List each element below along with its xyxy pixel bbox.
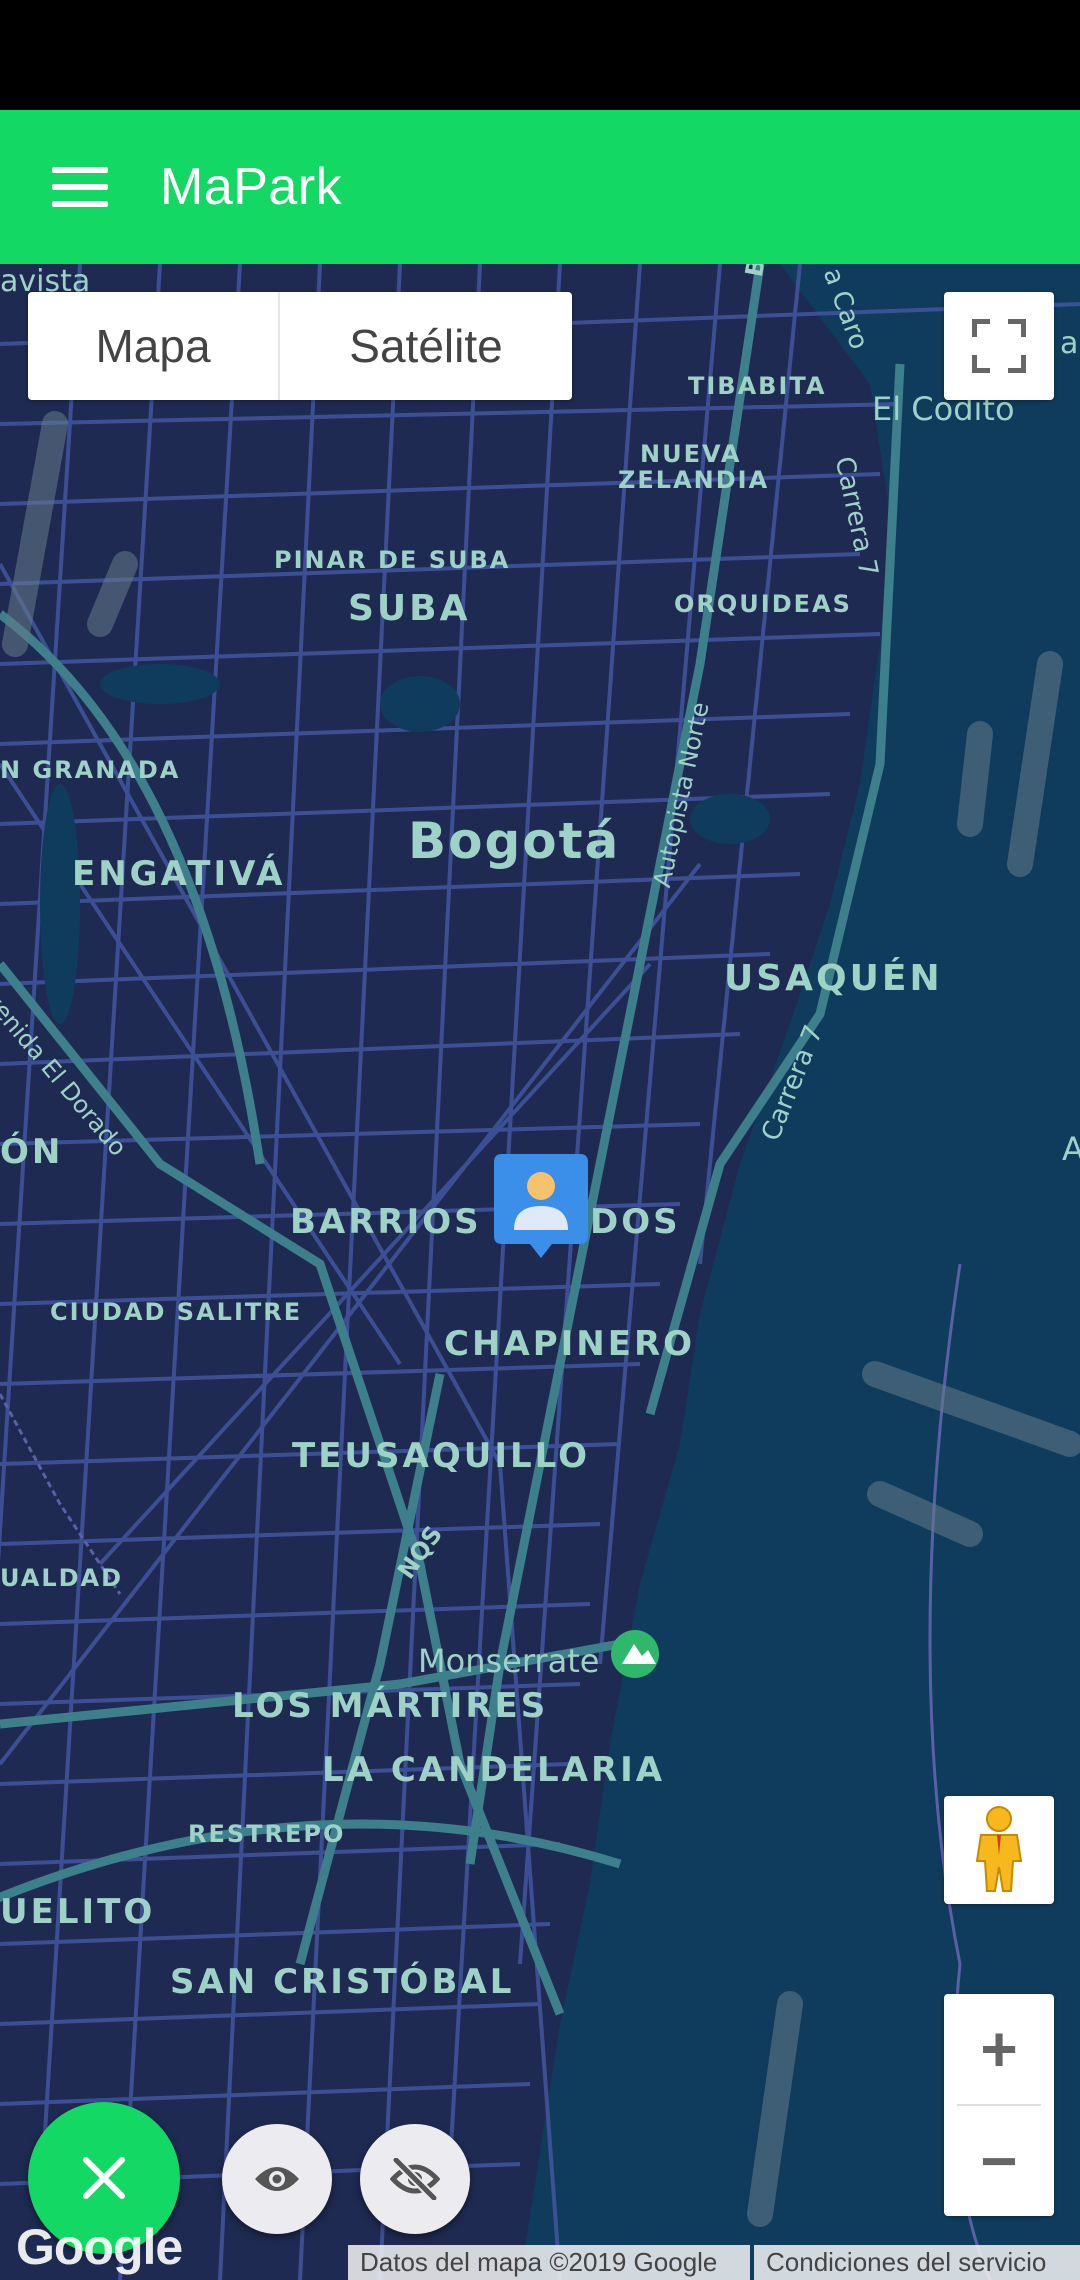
eye-off-icon <box>390 2158 440 2200</box>
map-label: USAQUÉN <box>724 958 943 999</box>
map-label: RESTREPO <box>188 1820 346 1848</box>
map-label: ZELANDIA <box>618 466 770 494</box>
fullscreen-icon <box>972 319 1026 373</box>
map-canvas <box>0 264 1080 2280</box>
map-type-satellite-tab[interactable]: Satélite <box>280 292 572 400</box>
map-label: TEUSAQUILLO <box>292 1436 591 1476</box>
map-label: SAN CRISTÓBAL <box>170 1962 515 2002</box>
map-label: TIBABITA <box>688 372 827 400</box>
hide-button[interactable] <box>360 2124 470 2234</box>
map-label: PINAR DE SUBA <box>274 546 511 574</box>
map-label: ENGATIVÁ <box>72 854 286 894</box>
menu-button[interactable] <box>0 110 160 264</box>
eye-icon <box>255 2167 299 2191</box>
show-button[interactable] <box>222 2124 332 2234</box>
mountain-poi-icon[interactable] <box>611 1630 659 1678</box>
close-icon <box>83 2157 125 2199</box>
map-label: CIUDAD SALITRE <box>50 1298 303 1326</box>
map-label: NUEVA <box>640 440 742 468</box>
user-location-marker-icon[interactable] <box>494 1154 588 1264</box>
map-label: ORQUIDEAS <box>674 590 852 618</box>
terms-of-service-link[interactable]: Condiciones del servicio <box>754 2245 1080 2280</box>
map-label: BARRIOS <box>290 1202 482 1242</box>
zoom-controls: + − <box>944 1994 1054 2216</box>
map-label: UALDAD <box>0 1564 124 1592</box>
map-label: LOS MÁRTIRES <box>232 1686 549 1726</box>
google-logo: Google <box>16 2219 183 2275</box>
map-label: DOS <box>590 1202 681 1242</box>
map-type-selector: Mapa Satélite <box>28 292 572 400</box>
status-bar <box>0 0 1080 110</box>
map-label: UELITO <box>0 1892 156 1932</box>
map-type-map-tab[interactable]: Mapa <box>28 292 280 400</box>
map-label: ÓN <box>0 1132 64 1172</box>
map-label: A <box>1062 1130 1080 1168</box>
map-view[interactable]: avista Bogotá a Caro TIBABITA El Codito … <box>0 264 1080 2280</box>
zoom-out-button[interactable]: − <box>944 2106 1054 2216</box>
map-label: Monserrate <box>418 1642 600 1680</box>
map-label: LA CANDELARIA <box>322 1750 666 1790</box>
app-title: MaPark <box>160 158 343 216</box>
map-label: CHAPINERO <box>444 1324 696 1364</box>
map-label: Bogotá <box>408 812 621 870</box>
street-view-button[interactable] <box>944 1796 1054 1904</box>
map-label: an <box>1060 326 1080 361</box>
map-label: N GRANADA <box>0 756 181 784</box>
map-label: SUBA <box>348 588 471 629</box>
fullscreen-button[interactable] <box>944 292 1054 400</box>
street-view-pegman-icon <box>975 1806 1023 1892</box>
hamburger-menu-icon <box>52 167 108 207</box>
app-bar: MaPark <box>0 110 1080 264</box>
zoom-in-button[interactable]: + <box>944 1994 1054 2104</box>
map-data-attribution: Datos del mapa ©2019 Google <box>348 2245 750 2280</box>
